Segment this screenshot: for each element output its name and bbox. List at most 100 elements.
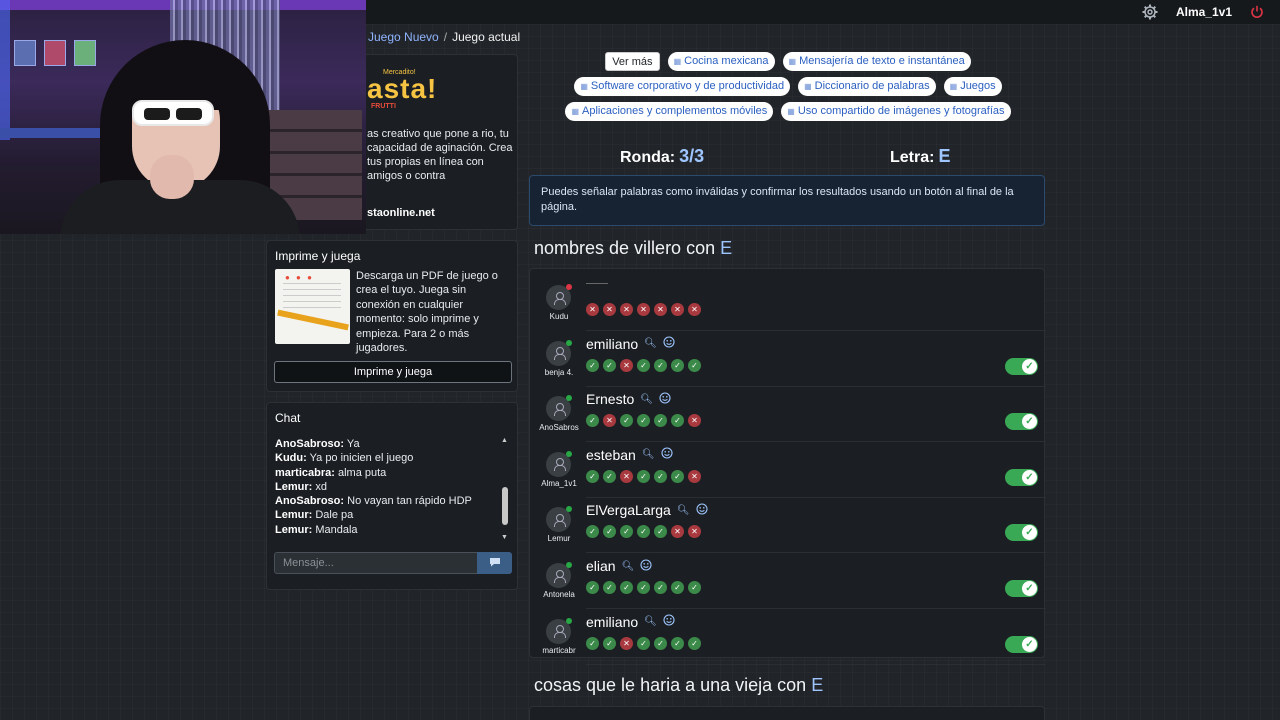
neon-light-left: [0, 0, 10, 140]
search-icon[interactable]: 🔍︎: [640, 394, 653, 405]
print-description: Descarga un PDF de juego o crea el tuyo.…: [356, 270, 498, 355]
round-label: Ronda:: [620, 149, 676, 166]
search-icon[interactable]: 🔍︎: [677, 505, 690, 516]
user-icon: [553, 291, 566, 305]
vote-approve-icon: ✓: [637, 469, 650, 483]
scroll-down-icon[interactable]: ▼: [501, 534, 508, 541]
validity-toggle[interactable]: [1005, 635, 1038, 653]
speech-bubble-icon: [489, 557, 501, 570]
tag-link[interactable]: ▦ Juegos: [943, 77, 1002, 96]
chat-send-button[interactable]: [477, 552, 512, 574]
vote-approve-icon: ✓: [654, 525, 667, 539]
validity-toggle[interactable]: [1005, 580, 1038, 597]
promo-logo-sub: FRUTTI: [371, 103, 396, 110]
promo-card: Mercadito! asta! FRUTTI as creativo que …: [362, 54, 518, 230]
tag-link[interactable]: ▦ Mensajería de texto e instantánea: [782, 52, 971, 71]
answers-list: [529, 706, 1045, 720]
vote-approve-icon: ✓: [620, 525, 633, 539]
answer-text: esteban: [586, 446, 636, 463]
promo-site-link[interactable]: staonline.net: [367, 207, 435, 219]
see-more-button[interactable]: Ver más: [605, 52, 660, 71]
chat-log: AnoSabroso: Ya Kudu: Ya po inicien el ju…: [275, 437, 511, 543]
chat-message: Lemur: Dale pa: [275, 508, 511, 522]
player-name: Antonela: [543, 590, 575, 599]
power-icon[interactable]: [1250, 5, 1264, 19]
validity-toggle[interactable]: [1005, 524, 1038, 542]
chat-text: xd: [315, 480, 327, 493]
vote-approve-icon: ✓: [620, 414, 633, 428]
tag-icon: ▦: [788, 57, 797, 66]
breadcrumb-link-new-game[interactable]: Juego Nuevo: [368, 30, 439, 44]
answer-row: marticabr emiliano 🔍︎ ✓ ✓ ✕ ✓ ✓ ✓ ✓: [530, 609, 1046, 665]
answer-word: emiliano 🔍︎: [586, 614, 675, 630]
promo-description: as creativo que pone a rio, tu capacidad…: [367, 128, 513, 182]
empty-answer: [586, 283, 608, 284]
search-icon[interactable]: 🔍︎: [642, 449, 655, 460]
tag-link[interactable]: ▦ Cocina mexicana: [667, 52, 775, 71]
webcam-overlay: [0, 0, 366, 234]
player-name: Kudu: [549, 312, 569, 321]
thumbnail-decoration: ● ● ●: [285, 273, 314, 282]
category-title: nombres de villero con E: [534, 238, 732, 259]
status-dot: [566, 395, 572, 402]
vote-approve-icon: ✓: [671, 414, 684, 428]
chat-user: Lemur:: [275, 480, 313, 493]
chat-user: AnoSabroso:: [275, 495, 345, 508]
tag-icon: ▦: [580, 82, 588, 91]
emoji-react-icon[interactable]: [660, 447, 673, 462]
emoji-react-icon[interactable]: [695, 503, 708, 518]
validity-toggle[interactable]: [1005, 413, 1038, 431]
status-dot: [566, 450, 572, 457]
tag-link[interactable]: ▦ Aplicaciones y complementos móviles: [565, 102, 774, 121]
gear-icon[interactable]: [1142, 4, 1158, 20]
chat-user: Lemur:: [275, 509, 313, 522]
avatar: [546, 506, 572, 533]
vote-approve-icon: ✓: [637, 358, 650, 372]
tag-link[interactable]: ▦ Diccionario de palabras: [798, 77, 936, 96]
tag-link[interactable]: ▦ Software corporativo y de productividad: [574, 77, 791, 96]
print-and-play-card: Imprime y juega ● ● ● Descarga un PDF de…: [266, 240, 518, 392]
chat-message: Lemur: xd: [275, 480, 511, 494]
chat-scrollbar[interactable]: ▲ ▼: [501, 437, 509, 541]
chat-message-input[interactable]: [274, 552, 478, 574]
user-icon: [553, 347, 566, 361]
vote-reject-icon: ✕: [620, 303, 633, 316]
search-icon[interactable]: 🔍︎: [622, 561, 635, 572]
chat-user: AnoSabroso:: [275, 438, 345, 450]
emoji-react-icon[interactable]: [663, 336, 675, 351]
round-indicator: Ronda: 3/3: [620, 146, 704, 167]
emoji-react-icon[interactable]: [659, 392, 671, 407]
user-icon: [553, 569, 566, 583]
tag-label: Software corporativo y de productividad: [590, 80, 785, 92]
scroll-up-icon[interactable]: ▲: [501, 437, 508, 444]
vote-dots: ✓ ✓ ✓ ✓ ✓ ✕ ✕: [586, 525, 701, 539]
vote-approve-icon: ✓: [603, 636, 616, 650]
print-and-play-button[interactable]: Imprime y juega: [274, 361, 512, 383]
emoji-react-icon[interactable]: [640, 558, 652, 574]
vote-approve-icon: ✓: [671, 469, 684, 483]
vote-approve-icon: ✓: [603, 469, 616, 483]
validity-toggle[interactable]: [1005, 468, 1038, 486]
chat-message: Kudu: Ya po inicien el juego: [275, 451, 511, 465]
search-icon[interactable]: 🔍︎: [644, 616, 657, 627]
validity-toggle[interactable]: [1005, 357, 1038, 375]
wall-poster: [44, 40, 66, 66]
vote-approve-icon: ✓: [603, 358, 616, 372]
scrollbar-thumb[interactable]: [502, 487, 508, 525]
breadcrumb-separator: /: [443, 30, 448, 44]
answer-text: elian: [586, 558, 616, 574]
emoji-react-icon[interactable]: [663, 614, 675, 629]
user-menu[interactable]: Alma_1v1: [1176, 5, 1232, 19]
vote-reject-icon: ✕: [637, 303, 650, 316]
vote-approve-icon: ✓: [688, 581, 701, 594]
search-icon[interactable]: 🔍︎: [644, 338, 657, 349]
tag-label: Uso compartido de imágenes y fotografías: [797, 105, 1005, 117]
letter-indicator: Letra: E: [890, 146, 950, 167]
vote-approve-icon: ✓: [603, 581, 616, 594]
letter-label: Letra:: [890, 149, 935, 166]
tag-link[interactable]: ▦ Uso compartido de imágenes y fotografía…: [781, 102, 1011, 121]
answer-row: Lemur ElVergaLarga 🔍︎ ✓ ✓ ✓ ✓ ✓ ✕ ✕: [530, 497, 1046, 554]
avatar: [546, 617, 572, 644]
vote-approve-icon: ✓: [586, 358, 599, 372]
vote-reject-icon: ✕: [654, 303, 667, 316]
